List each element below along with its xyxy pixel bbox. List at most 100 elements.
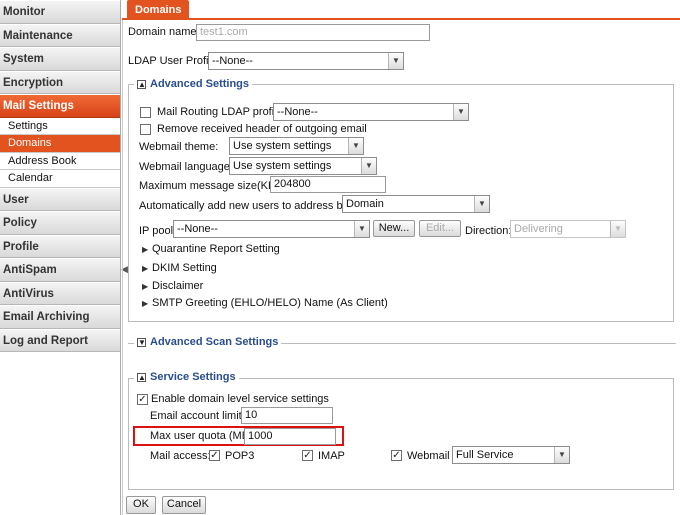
advanced-scan-title: Advanced Scan Settings [150, 336, 279, 348]
main-panel: Domains Domain name: test1.com LDAP User… [122, 0, 680, 515]
nav-group-encryption[interactable]: Encryption [0, 70, 120, 94]
mail-routing-checkbox[interactable] [140, 107, 151, 118]
nav-group-email-archiving[interactable]: Email Archiving [0, 305, 120, 329]
sidebar-nav: Monitor Maintenance System Encryption Ma… [0, 0, 121, 515]
webmail-mode-select[interactable]: Full Service ▼ [452, 446, 570, 464]
account-limit-label: Email account limit: [150, 410, 245, 422]
enable-service-label: Enable domain level service settings [151, 393, 329, 405]
webmail-language-select[interactable]: Use system settings ▼ [229, 157, 377, 175]
smtp-greeting-section[interactable]: ▶ SMTP Greeting (EHLO/HELO) Name (As Clie… [142, 297, 388, 309]
pop3-label: POP3 [225, 450, 255, 462]
webmail-label: Webmail [407, 450, 450, 462]
tab-bar: Domains [122, 0, 680, 20]
nav-group-antispam[interactable]: AntiSpam [0, 258, 120, 282]
chevron-down-icon: ▼ [474, 196, 489, 212]
collapse-toggle-icon[interactable]: ▲ [137, 373, 146, 382]
expand-toggle-icon[interactable]: ▼ [137, 338, 146, 347]
chevron-down-icon: ▼ [554, 447, 569, 463]
chevron-down-icon: ▼ [361, 158, 376, 174]
cancel-button[interactable]: Cancel [162, 496, 206, 514]
mail-routing-label: Mail Routing LDAP profile: [157, 106, 286, 118]
max-message-size-label: Maximum message size(KB): [139, 180, 283, 192]
check-icon: ✓ [303, 450, 312, 461]
nav-item-settings[interactable]: Settings [0, 117, 120, 135]
advanced-scan-legend[interactable]: ▼ Advanced Scan Settings [134, 336, 282, 349]
nav-item-calendar[interactable]: Calendar [0, 170, 120, 188]
webmail-checkbox[interactable]: ✓ [391, 450, 402, 461]
check-icon: ✓ [210, 450, 219, 461]
webmail-language-label: Webmail language: [139, 161, 233, 173]
webmail-mode-value: Full Service [456, 449, 514, 461]
mail-access-label: Mail access: [150, 450, 211, 462]
pop3-checkbox[interactable]: ✓ [209, 450, 220, 461]
chevron-down-icon: ▼ [354, 221, 369, 237]
auto-add-label: Automatically add new users to address b… [139, 200, 364, 212]
imap-label: IMAP [318, 450, 345, 462]
ip-pool-select[interactable]: --None-- ▼ [173, 220, 370, 238]
expand-triangle-icon: ▶ [142, 299, 149, 308]
remove-header-checkbox[interactable] [140, 124, 151, 135]
mail-routing-select[interactable]: --None-- ▼ [273, 103, 469, 121]
max-quota-input[interactable]: 1000 [244, 428, 336, 445]
direction-label: Direction: [465, 225, 512, 237]
ldap-profile-label: LDAP User Profile [128, 55, 218, 67]
expand-triangle-icon: ▶ [142, 282, 149, 291]
check-icon: ✓ [392, 450, 401, 461]
ldap-profile-value: --None-- [212, 55, 253, 67]
service-settings-title: Service Settings [150, 371, 236, 383]
imap-checkbox[interactable]: ✓ [302, 450, 313, 461]
remove-header-label: Remove received header of outgoing email [157, 123, 367, 135]
webmail-theme-label: Webmail theme: [139, 141, 219, 153]
ip-pool-label: IP pool: [139, 225, 177, 237]
nav-group-policy[interactable]: Policy [0, 211, 120, 235]
auto-add-value: Domain [346, 198, 384, 210]
domain-name-input[interactable]: test1.com [196, 24, 430, 41]
ip-pool-value: --None-- [177, 223, 218, 235]
smtp-greeting-label: SMTP Greeting (EHLO/HELO) Name (As Clien… [152, 297, 388, 309]
service-settings-legend[interactable]: ▲ Service Settings [134, 371, 239, 384]
enable-service-checkbox[interactable]: ✓ [137, 394, 148, 405]
check-icon: ✓ [138, 394, 147, 405]
nav-group-system[interactable]: System [0, 47, 120, 71]
account-limit-input[interactable]: 10 [241, 407, 333, 424]
advanced-settings-title: Advanced Settings [150, 78, 250, 90]
nav-group-log-and-report[interactable]: Log and Report [0, 328, 120, 352]
webmail-language-value: Use system settings [233, 160, 332, 172]
nav-group-antivirus[interactable]: AntiVirus [0, 281, 120, 305]
chevron-down-icon: ▼ [610, 221, 625, 237]
nav-group-monitor[interactable]: Monitor [0, 0, 120, 24]
mail-routing-value: --None-- [277, 106, 318, 118]
nav-group-user[interactable]: User [0, 187, 120, 211]
nav-item-address-book[interactable]: Address Book [0, 152, 120, 170]
max-message-size-input[interactable]: 204800 [270, 176, 386, 193]
chevron-down-icon: ▼ [388, 53, 403, 69]
expand-triangle-icon: ▶ [142, 245, 149, 254]
max-quota-label: Max user quota (MB): [150, 430, 256, 442]
collapse-toggle-icon[interactable]: ▲ [137, 80, 146, 89]
new-ip-pool-button[interactable]: New... [373, 220, 415, 237]
advanced-settings-legend[interactable]: ▲ Advanced Settings [134, 78, 253, 91]
chevron-down-icon: ▼ [453, 104, 468, 120]
ok-button[interactable]: OK [126, 496, 156, 514]
dkim-label: DKIM Setting [152, 262, 217, 274]
quarantine-report-label: Quarantine Report Setting [152, 243, 280, 255]
nav-group-maintenance[interactable]: Maintenance [0, 23, 120, 47]
disclaimer-section[interactable]: ▶ Disclaimer [142, 280, 203, 292]
nav-item-domains[interactable]: Domains [0, 135, 120, 153]
disclaimer-label: Disclaimer [152, 280, 204, 292]
expand-triangle-icon: ▶ [142, 264, 149, 273]
chevron-down-icon: ▼ [348, 138, 363, 154]
domain-form: Domain name: test1.com LDAP User Profile… [122, 20, 680, 515]
direction-value: Delivering [514, 223, 563, 235]
quarantine-report-section[interactable]: ▶ Quarantine Report Setting [142, 243, 280, 255]
direction-select[interactable]: Delivering ▼ [510, 220, 626, 238]
auto-add-select[interactable]: Domain ▼ [342, 195, 490, 213]
ldap-profile-select[interactable]: --None-- ▼ [208, 52, 404, 70]
dkim-section[interactable]: ▶ DKIM Setting [142, 262, 217, 274]
nav-group-mail-settings[interactable]: Mail Settings [0, 94, 120, 118]
webmail-theme-select[interactable]: Use system settings ▼ [229, 137, 364, 155]
webmail-theme-value: Use system settings [233, 140, 332, 152]
tab-domains[interactable]: Domains [127, 0, 190, 20]
nav-group-profile[interactable]: Profile [0, 234, 120, 258]
edit-ip-pool-button[interactable]: Edit... [419, 220, 461, 237]
